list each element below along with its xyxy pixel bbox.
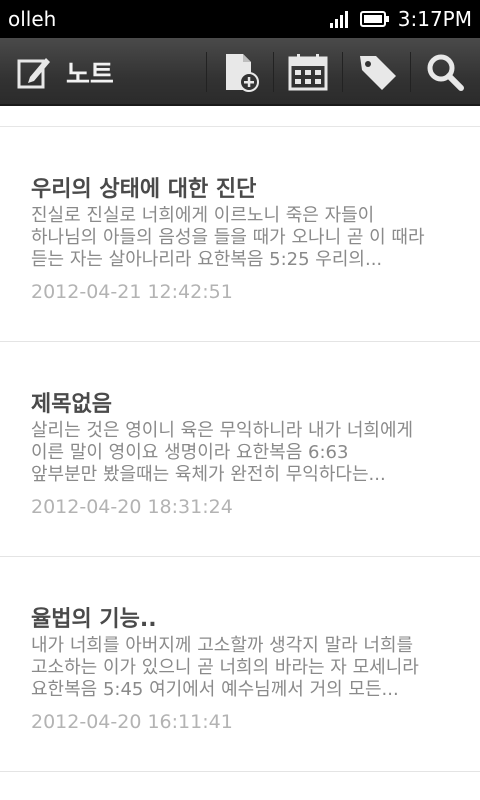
action-bar: 노트 bbox=[0, 38, 480, 106]
note-title: 우리의 상태에 대한 진단 bbox=[31, 177, 257, 202]
notes-list[interactable]: 우리의 상태에 대한 진단 진실로 진실로 너희에게 이르노니 죽은 자들이 하… bbox=[0, 106, 480, 800]
note-preview-line: 내가 너희를 아버지께 고소할까 생각지 말라 너희를 bbox=[31, 635, 414, 656]
note-preview: 살리는 것은 영이니 육은 무익하니라 내가 너희에게 이른 말이 영이요 생명… bbox=[31, 420, 461, 486]
note-preview: 내가 너희를 아버지께 고소할까 생각지 말라 너희를 고소하는 이가 있으니 … bbox=[31, 635, 461, 701]
note-title: 율법의 기능.. bbox=[31, 607, 157, 632]
note-preview-line: 요한복음 5:45 여기에서 예수님께서 거의 모든... bbox=[31, 679, 399, 700]
note-preview-line: 이른 말이 영이요 생명이라 요한복음 6:63 bbox=[31, 442, 349, 463]
app-title: 노트 bbox=[66, 59, 114, 90]
status-indicators: 3:17PM bbox=[329, 7, 472, 31]
note-list-item[interactable]: 율법의 기능.. 내가 너희를 아버지께 고소할까 생각지 말라 너희를 고소하… bbox=[0, 557, 480, 771]
divider bbox=[0, 771, 480, 772]
carrier-label: olleh bbox=[8, 7, 57, 31]
note-title: 제목없음 bbox=[31, 392, 112, 417]
tag-icon bbox=[360, 56, 396, 90]
calendar-icon bbox=[288, 54, 328, 91]
action-divider bbox=[273, 52, 274, 92]
note-date: 2012-04-20 16:11:41 bbox=[31, 711, 233, 733]
note-preview: 진실로 진실로 너희에게 이르노니 죽은 자들이 하나님의 아들의 음성을 들을… bbox=[31, 205, 461, 271]
note-preview-line: 살리는 것은 영이니 육은 무익하니라 내가 너희에게 bbox=[31, 420, 414, 441]
battery-icon bbox=[359, 11, 389, 27]
search-icon bbox=[427, 54, 464, 91]
note-preview-line: 진실로 진실로 너희에게 이르노니 죽은 자들이 bbox=[31, 205, 375, 226]
note-date: 2012-04-20 18:31:24 bbox=[31, 496, 233, 518]
signal-icon bbox=[329, 11, 348, 28]
new-note-button[interactable] bbox=[208, 38, 274, 106]
clock: 3:17PM bbox=[397, 7, 472, 31]
action-divider bbox=[206, 52, 207, 92]
note-preview-line: 듣는 자는 살아나리라 요한복음 5:25 우리의... bbox=[31, 249, 383, 270]
status-bar: olleh 3:17PM bbox=[0, 0, 480, 38]
note-list-item[interactable]: 우리의 상태에 대한 진단 진실로 진실로 너희에게 이르노니 죽은 자들이 하… bbox=[0, 127, 480, 341]
note-preview-line: 앞부분만 봤을때는 육체가 완전히 무익하다는... bbox=[31, 464, 386, 485]
note-preview-line: 하나님의 아들의 음성을 들을 때가 오나니 곧 이 때라 bbox=[31, 227, 425, 248]
note-list-item[interactable]: 제목없음 살리는 것은 영이니 육은 무익하니라 내가 너희에게 이른 말이 영… bbox=[0, 342, 480, 556]
tag-button[interactable] bbox=[344, 38, 410, 106]
action-divider bbox=[342, 52, 343, 92]
search-button[interactable] bbox=[412, 38, 478, 106]
note-edit-icon bbox=[17, 58, 50, 89]
action-divider bbox=[410, 52, 411, 92]
note-date: 2012-04-21 12:42:51 bbox=[31, 281, 233, 303]
note-preview-line: 고소하는 이가 있으니 곧 너희의 바라는 자 모세니라 bbox=[31, 657, 419, 678]
new-note-icon bbox=[226, 54, 259, 92]
app-home-button[interactable]: 노트 bbox=[16, 38, 114, 106]
calendar-button[interactable] bbox=[275, 38, 341, 106]
